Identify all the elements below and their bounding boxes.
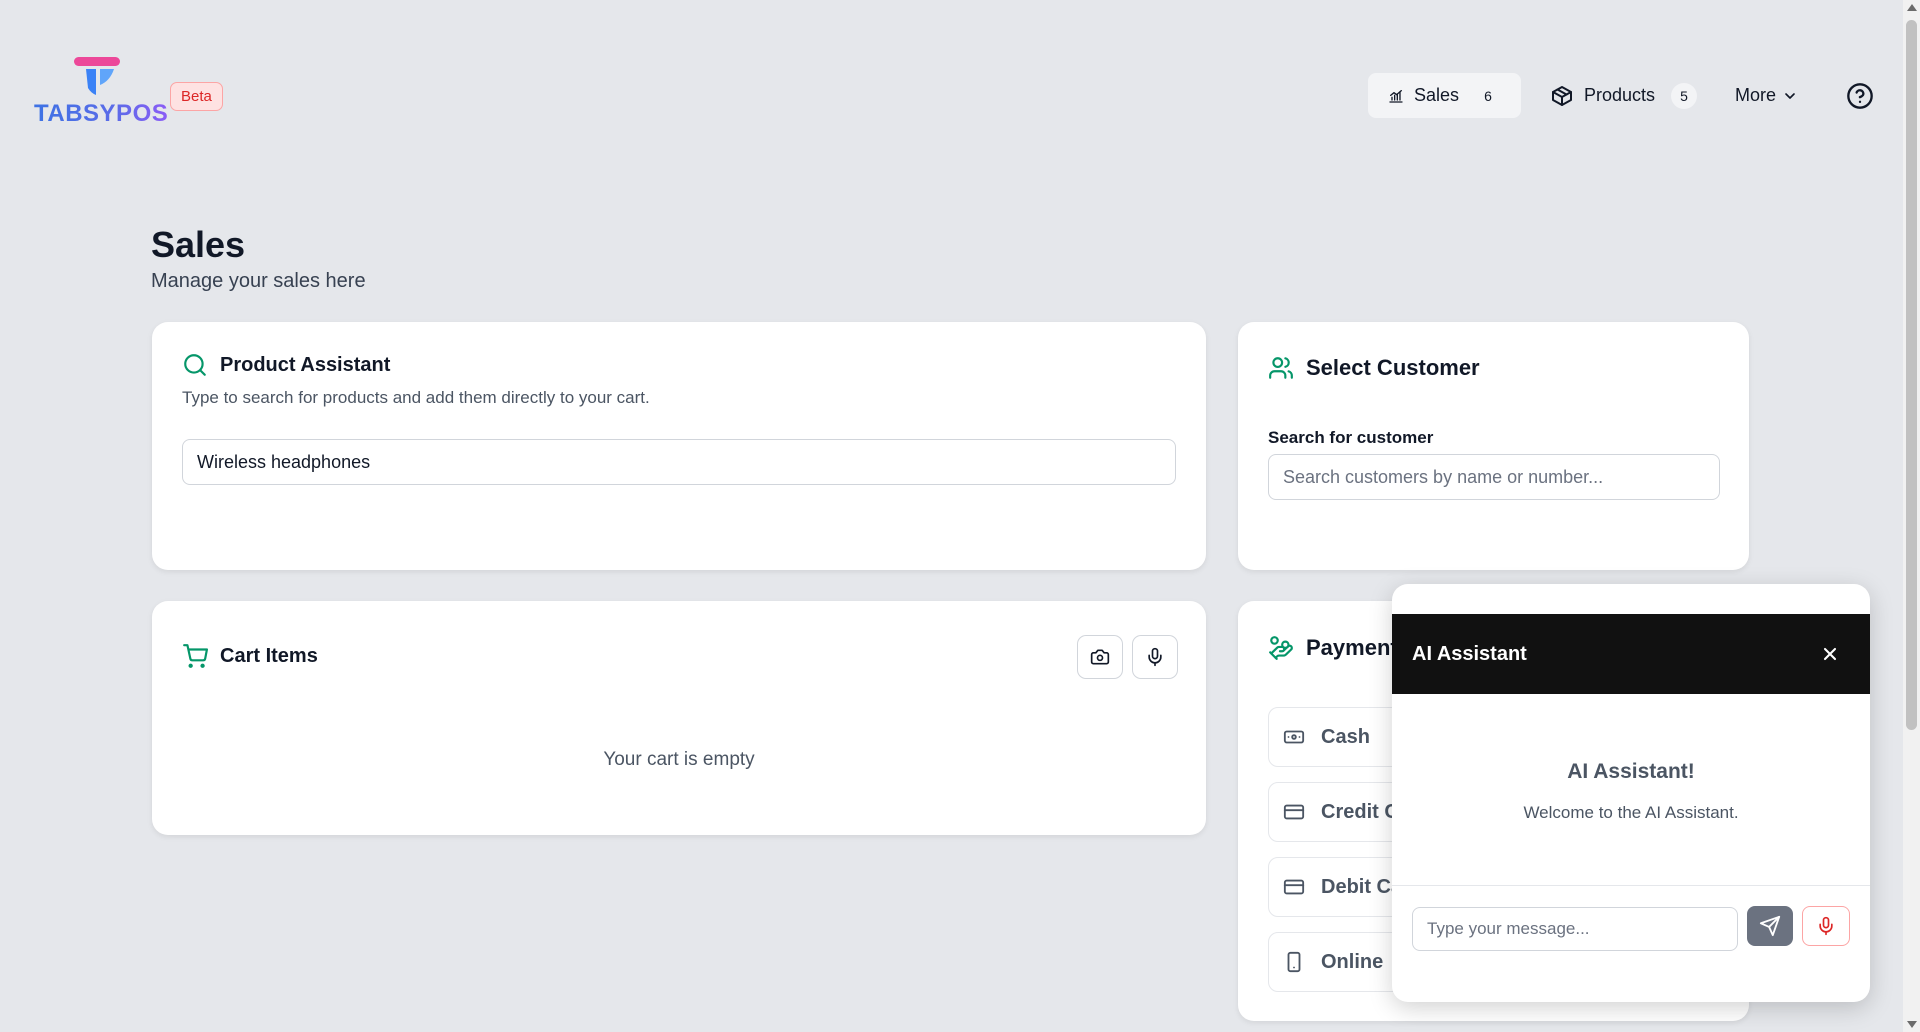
credit-card-icon [1283, 876, 1305, 898]
search-icon [182, 352, 208, 378]
credit-card-icon [1283, 801, 1305, 823]
ai-welcome-title: AI Assistant! [1567, 760, 1695, 783]
voice-button[interactable] [1132, 635, 1178, 679]
ai-message-input[interactable] [1412, 907, 1738, 951]
page-title: Sales [151, 224, 246, 265]
payment-heading: Payment [1268, 635, 1398, 661]
scroll-down-arrow-icon[interactable] [1907, 1021, 1917, 1028]
camera-icon [1090, 647, 1110, 667]
page-subtitle: Manage your sales here [151, 270, 366, 292]
nav-products-label: Products [1584, 85, 1656, 105]
mic-icon [1145, 647, 1165, 667]
nav-more[interactable]: More [1715, 73, 1818, 118]
nav-products[interactable]: Products 5 [1530, 73, 1717, 118]
customer-search-input[interactable] [1268, 454, 1720, 500]
hand-coins-icon [1268, 635, 1294, 661]
product-search-input[interactable] [182, 439, 1176, 485]
cart-heading: Cart Items [182, 643, 318, 669]
package-icon [1550, 84, 1574, 108]
payment-option-label: Cash [1321, 725, 1370, 748]
customer-search-label: Search for customer [1268, 428, 1434, 447]
payment-option-label: Credit C [1321, 800, 1399, 823]
payment-option-label: Online [1321, 950, 1384, 973]
chart-bars-icon [1388, 84, 1404, 108]
product-assistant-title: Product Assistant [220, 353, 391, 376]
product-assistant-heading: Product Assistant [182, 352, 390, 378]
payment-option-label: Debit Ca [1321, 875, 1403, 898]
ai-assistant-panel: AI Assistant AI Assistant! Welcome to th… [1392, 584, 1870, 1002]
select-customer-card: Select Customer Search for customer [1238, 322, 1749, 570]
banknote-icon [1283, 726, 1305, 748]
ai-welcome-text: Welcome to the AI Assistant. [1523, 803, 1739, 822]
ai-assistant-header-title: AI Assistant [1412, 642, 1527, 665]
nav-sales[interactable]: Sales 6 [1368, 73, 1521, 118]
select-customer-heading: Select Customer [1268, 355, 1480, 381]
cart-card: Cart Items Your cart is empty [152, 601, 1206, 835]
scroll-up-arrow-icon[interactable] [1907, 4, 1917, 11]
ai-voice-button[interactable] [1802, 906, 1850, 946]
camera-button[interactable] [1077, 635, 1123, 679]
page-scrollbar[interactable] [1903, 0, 1920, 1032]
product-assistant-card: Product Assistant Type to search for pro… [152, 322, 1206, 570]
select-customer-title: Select Customer [1306, 355, 1480, 380]
smartphone-icon [1283, 951, 1305, 973]
send-icon [1759, 915, 1781, 937]
close-icon[interactable] [1820, 644, 1840, 664]
help-circle-icon[interactable] [1846, 82, 1874, 110]
cart-empty-text: Your cart is empty [603, 749, 755, 770]
nav-more-label: More [1735, 85, 1777, 105]
ai-assistant-header: AI Assistant [1392, 614, 1870, 694]
nav-sales-count: 6 [1484, 87, 1492, 104]
mic-icon [1816, 916, 1836, 936]
payment-title: Payment [1306, 635, 1398, 660]
logo-mark-icon [72, 57, 122, 97]
shopping-cart-icon [182, 643, 208, 669]
users-icon [1268, 355, 1294, 381]
beta-badge: Beta [170, 82, 223, 111]
scroll-thumb[interactable] [1906, 20, 1917, 730]
chevron-down-icon [1782, 88, 1798, 104]
product-assistant-description: Type to search for products and add them… [182, 388, 650, 407]
app-logo[interactable]: TABSYPOS [34, 54, 168, 127]
cart-title: Cart Items [220, 644, 318, 667]
logo-text: TABSYPOS [34, 100, 169, 127]
ai-divider [1392, 885, 1870, 886]
ai-send-button[interactable] [1747, 906, 1793, 946]
nav-sales-label: Sales [1413, 85, 1459, 105]
nav-products-count: 5 [1671, 82, 1698, 109]
